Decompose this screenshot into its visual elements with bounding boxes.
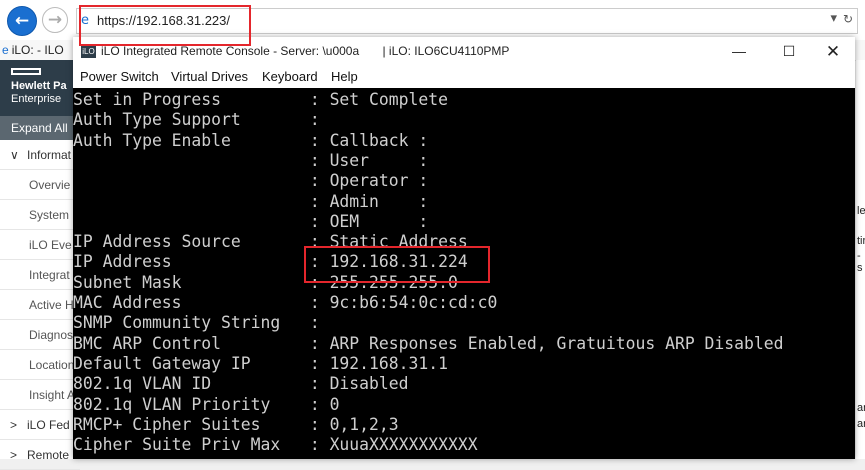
nav-item-label: Overvie bbox=[29, 178, 71, 192]
nav-item[interactable]: > iLO Fed bbox=[0, 410, 80, 440]
nav-item-label: Insight A bbox=[29, 388, 76, 402]
nav-item-label: System bbox=[29, 208, 70, 222]
expand-all-button[interactable]: Expand All bbox=[0, 116, 80, 140]
menu-keyboard[interactable]: Keyboard bbox=[262, 66, 318, 88]
ilo-web-page: Hewlett Pa Enterprise Expand All ∨ Inform… bbox=[0, 60, 80, 470]
address-dropdown-icon[interactable]: ▾ bbox=[830, 11, 837, 26]
refresh-icon[interactable]: ↻ bbox=[843, 12, 853, 26]
terminal-line: RMCP+ Cipher Suites : 0,1,2,3 bbox=[73, 414, 399, 434]
back-arrow-icon: ← bbox=[14, 11, 30, 31]
hpe-logo-icon bbox=[11, 68, 41, 75]
menu-bar: Power Switch Virtual Drives Keyboard Hel… bbox=[73, 66, 855, 88]
page-text-fragment: ar bbox=[857, 402, 865, 414]
forward-arrow-icon: → bbox=[47, 10, 63, 30]
minimize-button[interactable]: — bbox=[717, 37, 761, 66]
back-button[interactable]: ← bbox=[7, 6, 37, 36]
nav-item[interactable]: > Remote bbox=[0, 440, 80, 470]
nav-item[interactable]: Overvie bbox=[0, 170, 80, 200]
terminal-line: Cipher Suite Priv Max : XuuaXXXXXXXXXXX bbox=[73, 435, 478, 455]
close-button[interactable]: ✕ bbox=[811, 37, 855, 66]
chevron-down-icon: ∨ bbox=[10, 148, 19, 162]
menu-help[interactable]: Help bbox=[331, 66, 358, 88]
page-text-fragment: -s bbox=[857, 250, 863, 274]
nav-item[interactable]: Active H bbox=[0, 290, 80, 320]
nav-item[interactable]: Insight A bbox=[0, 380, 80, 410]
terminal-line: : OEM : bbox=[73, 211, 429, 231]
ie-tab-icon: e bbox=[2, 43, 9, 57]
ip-annotation-box bbox=[304, 246, 490, 283]
terminal-line: Set in Progress : Set Complete bbox=[73, 90, 448, 109]
nav-item[interactable]: Diagnos bbox=[0, 320, 80, 350]
brand-line1: Hewlett Pa bbox=[11, 80, 67, 92]
terminal-line: 802.1q VLAN ID : Disabled bbox=[73, 374, 409, 394]
terminal-line: : User : bbox=[73, 150, 429, 170]
right-page-strip: le tir -s ar ar bbox=[856, 60, 865, 459]
ilo-logo-icon: iLO bbox=[81, 45, 96, 58]
maximize-button[interactable]: ☐ bbox=[767, 37, 811, 66]
nav-item[interactable]: Location bbox=[0, 350, 80, 380]
tab-title: iLO: - ILO bbox=[11, 43, 64, 57]
terminal-line: : Operator : bbox=[73, 171, 429, 191]
nav-item-label: Active H bbox=[29, 298, 74, 312]
nav-item[interactable]: System bbox=[0, 200, 80, 230]
page-text-fragment: tir bbox=[857, 235, 865, 247]
nav-item-label: Diagnos bbox=[29, 328, 74, 342]
nav-item-label: iLO Eve bbox=[29, 238, 72, 252]
nav-item-label: Remote bbox=[27, 448, 70, 462]
terminal-line: MAC Address : 9c:b6:54:0c:cd:c0 bbox=[73, 293, 498, 312]
terminal-line: : Admin : bbox=[73, 191, 429, 211]
menu-virtual-drives[interactable]: Virtual Drives bbox=[171, 66, 248, 88]
nav-item-label: Integrat bbox=[29, 268, 70, 282]
terminal-line: Auth Type Enable : Callback : bbox=[73, 130, 429, 150]
chevron-right-icon: > bbox=[10, 418, 18, 432]
page-text-fragment: ar bbox=[857, 418, 865, 430]
nav-item[interactable]: iLO Eve bbox=[0, 230, 80, 260]
forward-button[interactable]: → bbox=[42, 7, 68, 33]
nav-item-label: iLO Fed bbox=[27, 418, 70, 432]
terminal-line: SNMP Community String : bbox=[73, 313, 320, 333]
terminal-line: BMC ARP Control : ARP Responses Enabled,… bbox=[73, 333, 784, 353]
browser-tab[interactable]: e iLO: - ILO bbox=[2, 40, 74, 60]
nav-item-label: Informat bbox=[27, 148, 72, 162]
hpe-header: Hewlett Pa Enterprise bbox=[0, 60, 80, 116]
terminal-line: Auth Type Support : bbox=[73, 110, 320, 130]
url-annotation-box bbox=[79, 5, 251, 46]
menu-power-switch[interactable]: Power Switch bbox=[80, 66, 159, 88]
brand-line2: Enterprise bbox=[11, 93, 62, 105]
terminal-line: 802.1q VLAN Priority : 0 bbox=[73, 394, 340, 414]
nav-item-label: Location bbox=[29, 358, 75, 372]
page-text-fragment: le bbox=[857, 205, 865, 217]
nav-item[interactable]: ∨ Informat bbox=[0, 140, 80, 170]
nav-item[interactable]: Integrat bbox=[0, 260, 80, 290]
terminal-line: Default Gateway IP : 192.168.31.1 bbox=[73, 353, 448, 373]
chevron-right-icon: > bbox=[10, 448, 18, 462]
